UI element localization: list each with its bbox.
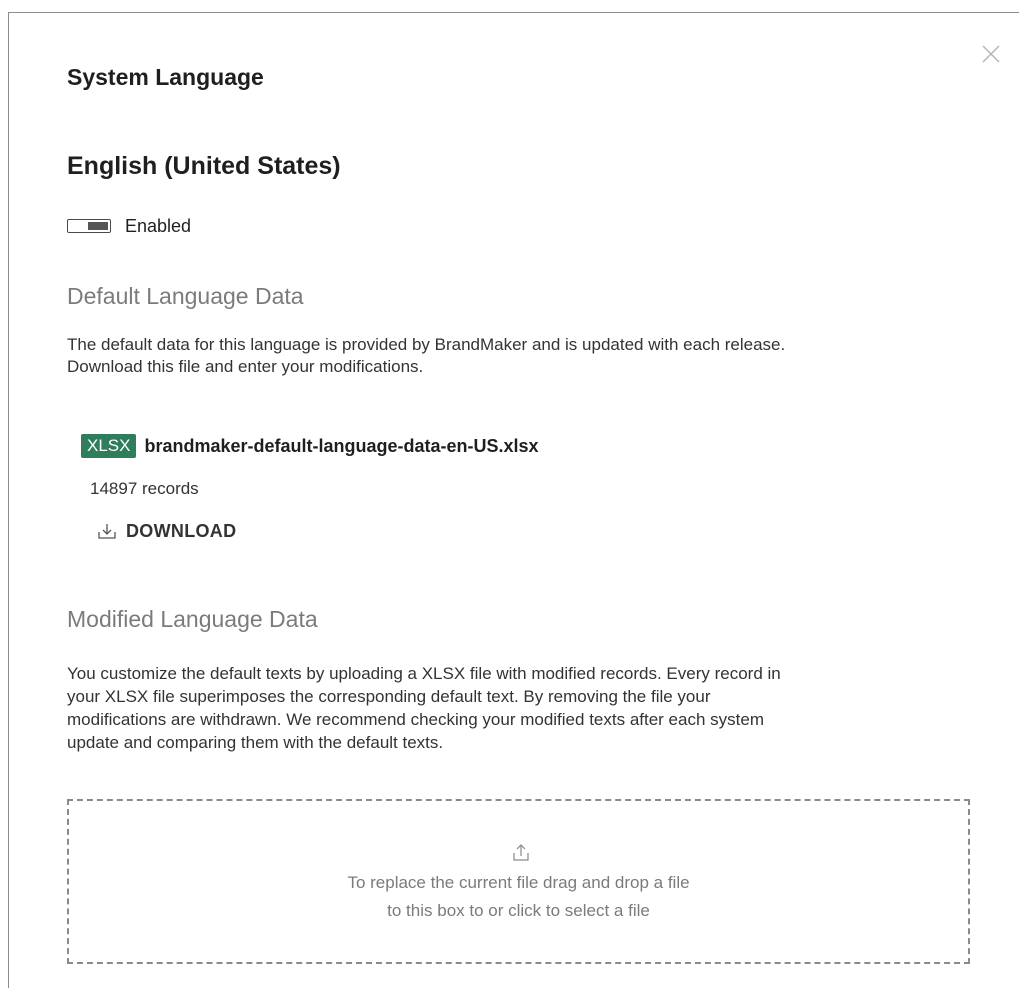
- toggle-label: Enabled: [125, 215, 192, 236]
- dropzone-line-2: to this box to or click to select a file: [387, 901, 650, 920]
- records-count: 14897 records: [90, 479, 199, 498]
- dropzone-instructions: To replace the current file drag and dro…: [69, 869, 968, 925]
- enabled-toggle-row[interactable]: Enabled: [67, 215, 191, 237]
- close-button[interactable]: [981, 44, 1001, 64]
- default-description-line-2: Download this file and enter your modifi…: [67, 357, 424, 376]
- default-file-row: XLSX brandmaker-default-language-data-en…: [81, 433, 539, 459]
- download-label: DOWNLOAD: [126, 520, 237, 541]
- modified-description-line-2: your XLSX file superimposes the correspo…: [67, 687, 711, 706]
- toggle-knob: [88, 222, 108, 230]
- dialog-title: System Language: [67, 64, 264, 90]
- modified-description-line-1: You customize the default texts by uploa…: [67, 664, 781, 683]
- default-language-data-heading: Default Language Data: [67, 283, 304, 309]
- upload-icon: [513, 844, 529, 861]
- modified-language-data-heading: Modified Language Data: [67, 606, 318, 632]
- default-description-line-1: The default data for this language is pr…: [67, 335, 786, 354]
- xlsx-badge: XLSX: [81, 434, 137, 458]
- dropzone-line-1: To replace the current file drag and dro…: [347, 873, 690, 892]
- language-name: English (United States): [67, 152, 341, 180]
- modified-description-line-3: modifications are withdrawn. We recommen…: [67, 710, 764, 729]
- download-button[interactable]: DOWNLOAD: [97, 518, 236, 544]
- enabled-toggle[interactable]: [67, 219, 111, 233]
- upload-icon-wrapper: [511, 842, 531, 862]
- close-icon[interactable]: [981, 44, 1001, 64]
- download-icon: [98, 524, 116, 539]
- file-name: brandmaker-default-language-data-en-US.x…: [144, 435, 539, 456]
- modified-description-line-4: update and comparing them with the defau…: [67, 733, 444, 752]
- file-dropzone[interactable]: To replace the current file drag and dro…: [67, 799, 970, 964]
